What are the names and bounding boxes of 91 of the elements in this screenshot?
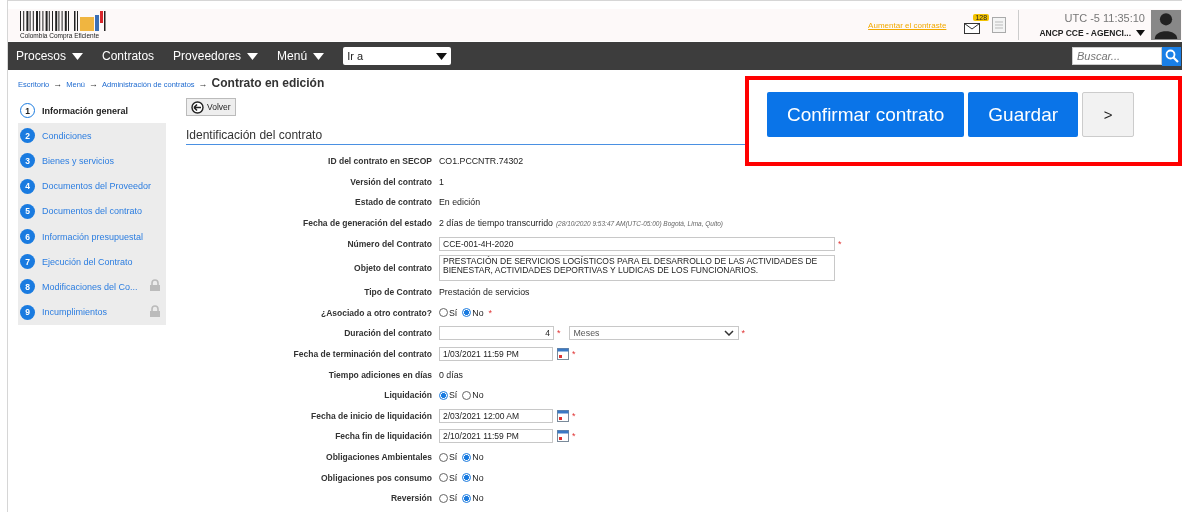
action-button[interactable]: Guardar <box>968 92 1079 137</box>
field-label: Obligaciones pos consumo <box>320 472 433 483</box>
breadcrumb-separator: → <box>198 79 208 89</box>
field-value: Prestación de servicios <box>439 287 530 298</box>
date-field[interactable]: 2/10/2021 11:59 PM <box>439 429 553 444</box>
radio-option[interactable]: No <box>462 307 484 318</box>
field-label: Obligaciones Ambientales <box>325 452 433 462</box>
field-label: Fecha de generación del estado <box>302 218 433 229</box>
nav-menu-item[interactable]: Menú <box>277 49 325 63</box>
page-title: Contrato en edición <box>211 76 325 90</box>
step-number: 5 <box>20 203 35 219</box>
field-label: Fecha de terminación del contrato <box>292 349 433 360</box>
field-label: Fecha fin de liquidación <box>334 431 433 442</box>
field-label: Número del Contrato <box>346 238 433 249</box>
calendar-icon[interactable] <box>557 430 569 443</box>
field-value: 1 <box>439 176 444 187</box>
required-mark: * <box>572 410 576 421</box>
calendar-icon[interactable] <box>557 348 569 361</box>
field-value: CO1.PCCNTR.74302 <box>439 156 524 167</box>
step-number: 7 <box>20 254 35 270</box>
step-item[interactable]: 6 Información presupuestal <box>18 223 166 250</box>
goto-dropdown[interactable]: Ir a <box>343 47 452 65</box>
required-mark: * <box>557 328 561 339</box>
back-arrow-icon <box>191 100 204 114</box>
required-mark: * <box>572 431 576 442</box>
section-title: Identificación del contrato <box>186 116 746 145</box>
field-label: ¿Asociado a otro contrato? <box>320 307 433 318</box>
action-button[interactable]: Confirmar contrato <box>767 92 965 137</box>
step-item[interactable]: 5 Documentos del contrato <box>18 198 166 224</box>
step-number: 4 <box>20 178 35 194</box>
field-value: 0 días <box>439 369 463 380</box>
calendar-icon[interactable] <box>557 409 569 422</box>
account-menu[interactable]: ANCP CCE - AGENCI... <box>1039 28 1145 38</box>
radio-option[interactable]: Sí <box>439 307 458 318</box>
radio-option[interactable]: No <box>462 452 484 462</box>
step-item[interactable]: 7 Ejecución del Contrato <box>18 249 166 275</box>
field-label: Versión del contrato <box>349 176 433 187</box>
radio-option[interactable]: Sí <box>439 472 458 483</box>
text-area[interactable]: PRESTACIÓN DE SERVICIOS LOGÍSTICOS PARA EL DESARROLLO DE LAS ACTIVIDADES DE BIENESTAR, ACTIVIDADES DEPORTIVAS Y LUDICAS DE LOS FUNCIONARIOS. <box>439 254 835 281</box>
required-mark: * <box>488 307 493 318</box>
field-label: ID del contrato en SECOP <box>327 156 433 167</box>
step-number: 3 <box>20 153 35 169</box>
breadcrumb-separator: → <box>89 79 99 89</box>
date-field[interactable]: 2/03/2021 12:00 AM <box>439 408 553 423</box>
back-button[interactable]: Volver <box>186 98 236 116</box>
date-field[interactable]: 1/03/2021 11:59 PM <box>439 347 553 362</box>
radio-option[interactable]: Sí <box>439 390 458 401</box>
step-item[interactable]: 3 Bienes y servicios <box>18 148 166 174</box>
unit-dropdown[interactable]: Meses <box>568 326 739 341</box>
step-number: 6 <box>20 229 35 245</box>
breadcrumb-separator: → <box>53 79 63 89</box>
caret-icon <box>436 52 448 60</box>
field-label: Tiempo adiciones en días <box>327 369 433 380</box>
radio-option[interactable]: No <box>462 390 484 401</box>
step-number: 2 <box>20 128 35 144</box>
field-label: Reversión <box>389 493 433 504</box>
field-label: Estado de contrato <box>354 197 433 208</box>
mail-icon[interactable] <box>964 22 981 34</box>
field-label: Tipo de Contrato <box>363 287 433 298</box>
radio-option[interactable]: Sí <box>439 493 458 504</box>
nav-menu-item[interactable]: Procesos <box>16 49 84 63</box>
search-button[interactable] <box>1162 46 1181 66</box>
avatar-silhouette[interactable] <box>1151 10 1181 40</box>
field-label: Duración del contrato <box>343 328 433 339</box>
radio-option[interactable]: No <box>462 472 484 483</box>
nav-menu-item[interactable]: Contratos <box>102 49 155 63</box>
nav-menu-item[interactable]: Proveedores <box>173 49 259 63</box>
step-item[interactable]: 8 Modificaciones del Co... <box>18 274 166 300</box>
field-label: Fecha de inicio de liquidación <box>310 410 433 421</box>
step-item[interactable]: 9 Incumplimientos <box>18 299 166 325</box>
step-item[interactable]: 2 Condiciones <box>18 123 166 149</box>
input-field[interactable]: CCE-001-4H-2020 <box>439 236 835 251</box>
step-number: 9 <box>20 304 35 320</box>
required-mark: * <box>572 349 576 360</box>
duration-field[interactable]: 4 <box>439 326 554 341</box>
field-value: 2 días de tiempo transcurrido <box>439 218 553 229</box>
field-value: En edición <box>439 197 481 208</box>
step-number: 1 <box>20 103 35 119</box>
field-label: Objeto del contrato <box>353 262 433 273</box>
chevron-icon <box>723 330 734 337</box>
radio-option[interactable]: Sí <box>439 452 458 462</box>
clock-text: UTC -5 11:35:10 <box>1064 12 1145 24</box>
caret-icon <box>1136 30 1145 36</box>
radio-option[interactable]: No <box>462 493 484 504</box>
field-label: Liquidación <box>383 390 433 401</box>
search-field[interactable]: Buscar... <box>1072 47 1162 65</box>
required-mark: * <box>741 328 746 339</box>
step-item[interactable]: 4 Documentos del Proveedor <box>18 173 166 199</box>
next-button[interactable]: > <box>1082 92 1135 137</box>
required-mark: * <box>838 238 842 249</box>
step-number: 8 <box>20 279 35 295</box>
